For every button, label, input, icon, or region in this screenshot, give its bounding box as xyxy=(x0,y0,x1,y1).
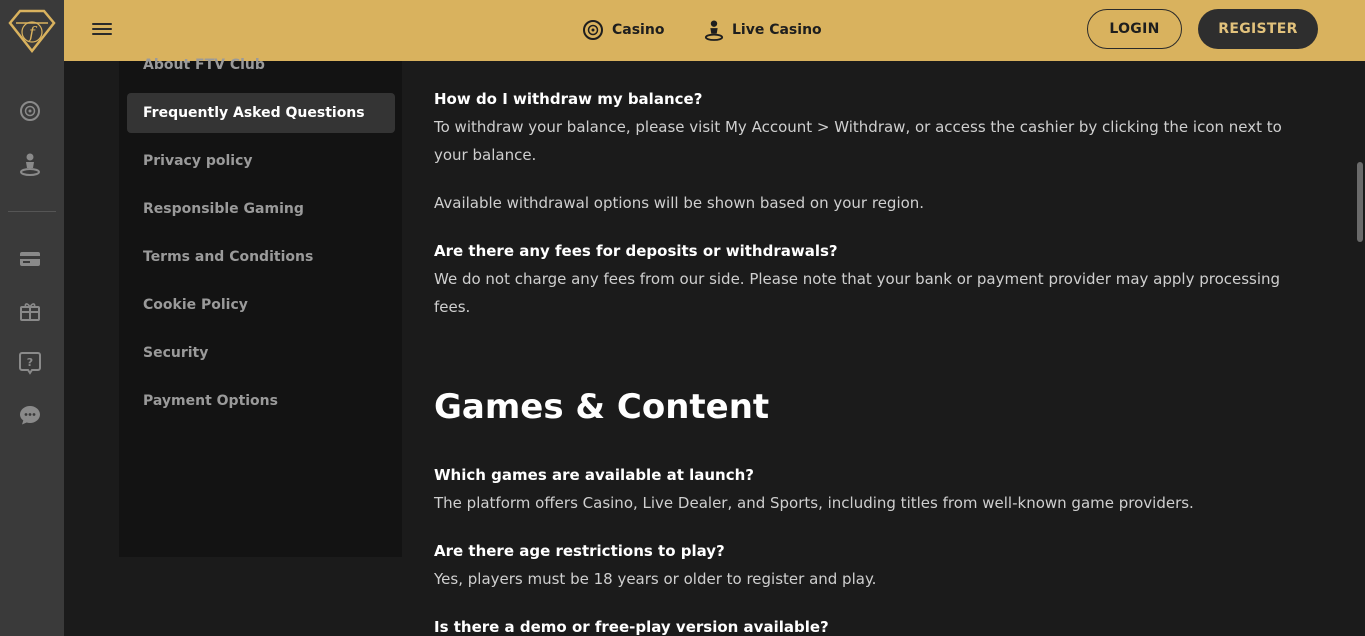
faq-question: Are there age restrictions to play? xyxy=(434,542,725,560)
nav-live-casino-label: Live Casino xyxy=(732,22,822,38)
rail-divider xyxy=(8,211,56,212)
scrollbar-track[interactable] xyxy=(1354,61,1365,636)
sidebar-item-about[interactable]: About FTV Club xyxy=(127,45,395,85)
section-heading: Games & Content xyxy=(434,387,770,427)
faq-answer: Yes, players must be 18 years or older t… xyxy=(434,570,877,588)
roulette-icon[interactable] xyxy=(18,99,42,123)
credit-card-icon[interactable] xyxy=(18,247,42,271)
faq-question: How do I withdraw my balance? xyxy=(434,90,703,108)
faq-answer: We do not charge any fees from our side.… xyxy=(434,270,1281,316)
gift-icon[interactable] xyxy=(18,299,42,323)
nav-live-casino[interactable]: Live Casino xyxy=(704,18,822,42)
sidebar-item-terms[interactable]: Terms and Conditions xyxy=(127,237,395,277)
nav-casino[interactable]: Casino xyxy=(582,18,664,42)
sidebar-item-faq[interactable]: Frequently Asked Questions xyxy=(127,93,395,133)
faq-answer: To withdraw your balance, please visit M… xyxy=(434,118,1282,164)
chat-icon[interactable] xyxy=(18,403,42,427)
menu-icon[interactable] xyxy=(92,20,112,38)
dealer-icon[interactable] xyxy=(18,152,42,176)
faq-question: Is there a demo or free-play version ava… xyxy=(434,618,829,636)
faq-answer: Available withdrawal options will be sho… xyxy=(434,194,925,212)
faq-question: Are there any fees for deposits or withd… xyxy=(434,242,838,260)
svg-text:?: ? xyxy=(27,356,33,369)
faq-answer: The platform offers Casino, Live Dealer,… xyxy=(434,494,1194,512)
svg-text:f: f xyxy=(28,23,38,42)
dealer-icon xyxy=(704,20,724,41)
login-button[interactable]: LOGIN xyxy=(1087,9,1182,49)
info-sidebar: About FTV Club Frequently Asked Question… xyxy=(119,57,402,557)
faq-question: Which games are available at launch? xyxy=(434,466,754,484)
nav-casino-label: Casino xyxy=(612,22,665,38)
sidebar-item-cookie[interactable]: Cookie Policy xyxy=(127,285,395,325)
sidebar-item-responsible-gaming[interactable]: Responsible Gaming xyxy=(127,189,395,229)
sidebar-item-security[interactable]: Security xyxy=(127,333,395,373)
register-button[interactable]: REGISTER xyxy=(1198,9,1318,49)
ftv-logo-icon[interactable]: f xyxy=(8,8,56,54)
sidebar-item-privacy[interactable]: Privacy policy xyxy=(127,141,395,181)
scrollbar-thumb[interactable] xyxy=(1357,162,1363,242)
roulette-icon xyxy=(583,20,603,40)
sidebar-item-payment-options[interactable]: Payment Options xyxy=(127,381,395,421)
help-icon[interactable]: ? xyxy=(18,351,42,375)
left-rail: f ? xyxy=(0,0,64,636)
